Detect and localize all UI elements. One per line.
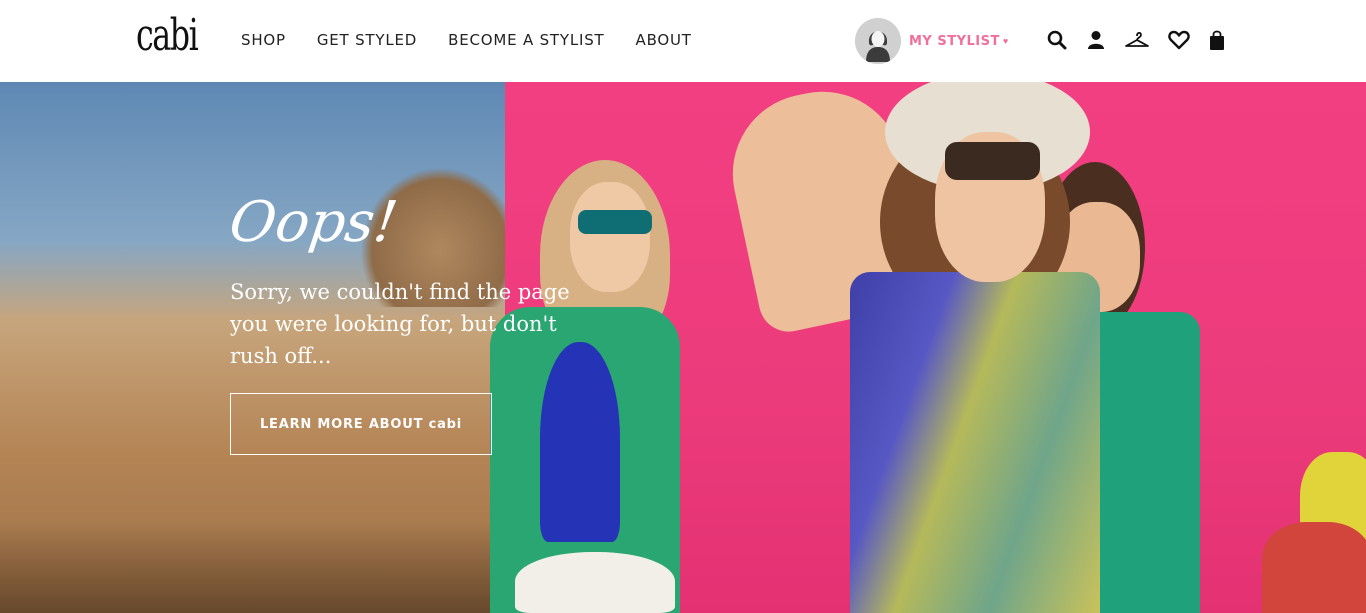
not-found-message: Sorry, we couldn't find the page you wer… <box>230 280 570 368</box>
account-icon[interactable] <box>1084 28 1108 52</box>
ground-shadow <box>0 522 520 613</box>
model-2-sunglasses <box>945 142 1040 180</box>
learn-more-button[interactable]: LEARN MORE ABOUT cabi <box>230 393 492 455</box>
avatar <box>855 18 901 64</box>
nav-about[interactable]: ABOUT <box>636 30 692 50</box>
hero-text: Oops! Sorry, we couldn't find the page y… <box>226 190 610 372</box>
model-1-white-pants <box>515 552 675 613</box>
page-title: Oops! <box>225 190 402 255</box>
my-stylist-label[interactable]: MY STYLIST <box>909 34 1000 49</box>
nav-shop[interactable]: SHOP <box>241 30 286 50</box>
heart-caret-icon: ♥ <box>1002 36 1009 46</box>
model-2-floral-top <box>850 272 1100 613</box>
cabi-logo[interactable]: cabi <box>136 8 199 64</box>
main-nav: SHOP GET STYLED BECOME A STYLIST ABOUT <box>241 30 723 50</box>
model-1-blue-top <box>540 342 620 542</box>
bag-icon[interactable] <box>1207 28 1227 52</box>
heart-icon[interactable] <box>1167 28 1191 52</box>
search-icon[interactable] <box>1045 28 1069 52</box>
nav-get-styled[interactable]: GET STYLED <box>317 30 417 50</box>
site-header: cabi SHOP GET STYLED BECOME A STYLIST AB… <box>0 0 1366 82</box>
header-icons <box>1045 28 1227 52</box>
red-rock <box>1262 522 1366 613</box>
hero-banner: Oops! Sorry, we couldn't find the page y… <box>0 82 1366 613</box>
nav-become-a-stylist[interactable]: BECOME A STYLIST <box>448 30 604 50</box>
my-stylist-dropdown[interactable]: MY STYLIST ♥ <box>855 18 1008 64</box>
hanger-icon[interactable] <box>1123 28 1151 52</box>
